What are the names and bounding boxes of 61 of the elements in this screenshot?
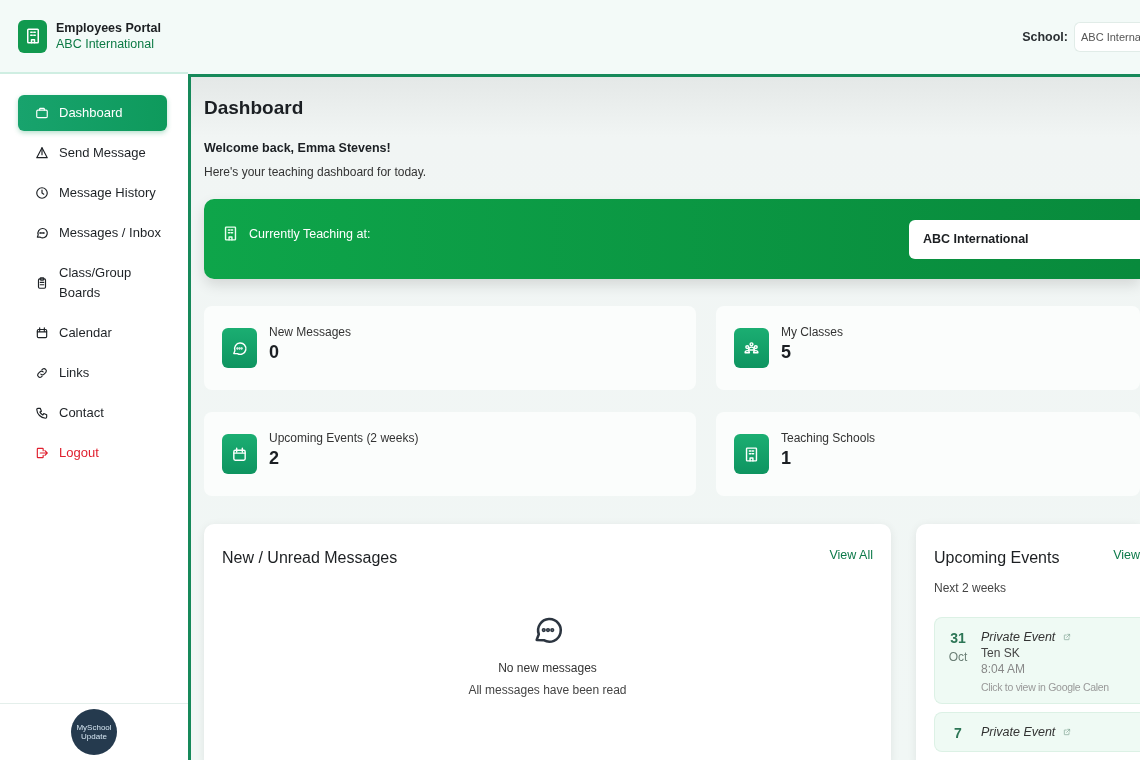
logo-text: MySchool bbox=[76, 723, 112, 732]
link-icon bbox=[35, 366, 49, 380]
portal-title: Employees Portal bbox=[56, 21, 161, 35]
external-link-icon bbox=[1063, 633, 1072, 641]
people-icon bbox=[734, 328, 769, 368]
school-name: ABC International bbox=[56, 37, 155, 51]
logout-icon bbox=[35, 446, 49, 460]
event-item[interactable]: 7 Private Event bbox=[934, 712, 1140, 752]
panel-title: Upcoming Events bbox=[934, 549, 1060, 567]
building-icon bbox=[222, 225, 239, 242]
external-link-icon bbox=[1063, 728, 1072, 736]
clock-icon bbox=[35, 186, 49, 200]
event-title: Private Event bbox=[981, 725, 1056, 739]
warning-icon bbox=[35, 146, 49, 160]
building-icon bbox=[18, 19, 47, 53]
empty-subtitle: All messages have been read bbox=[468, 683, 627, 697]
sidebar-item[interactable]: Contact bbox=[18, 395, 167, 431]
page-title: Dashboard bbox=[204, 97, 305, 119]
logout-link[interactable]: Logout bbox=[18, 435, 167, 471]
chat-icon bbox=[222, 328, 257, 368]
sidebar-item[interactable]: Message History bbox=[18, 175, 167, 211]
school-select[interactable]: ABC Interna bbox=[1074, 22, 1140, 52]
sidebar-item[interactable]: Class/Group Boards bbox=[18, 255, 167, 311]
subtitle-text: Here's your teaching dashboard for today. bbox=[204, 165, 428, 179]
school-label: School: bbox=[1022, 30, 1068, 44]
stat-value: 0 bbox=[269, 342, 280, 363]
event-month: Oct bbox=[947, 650, 969, 664]
stat-value: 1 bbox=[781, 448, 792, 469]
calendar-icon bbox=[222, 434, 257, 474]
chat-icon bbox=[35, 226, 49, 240]
banner-label: Currently Teaching at: bbox=[249, 226, 371, 241]
phone-icon bbox=[35, 406, 49, 420]
panel-subtitle: Next 2 weeks bbox=[934, 581, 1008, 595]
stat-value: 5 bbox=[781, 342, 792, 363]
clipboard-icon bbox=[35, 276, 49, 290]
event-hint: Click to view in Google Calen bbox=[981, 681, 1109, 693]
stat-label: Upcoming Events (2 weeks) bbox=[269, 431, 419, 445]
sidebar-item[interactable]: Send Message bbox=[18, 135, 167, 171]
sidebar-item[interactable]: Messages / Inbox bbox=[18, 215, 167, 251]
sidebar-item[interactable]: Links bbox=[18, 355, 167, 391]
event-time: 8:04 AM bbox=[981, 662, 1027, 676]
stat-label: New Messages bbox=[269, 325, 352, 339]
building-icon bbox=[734, 434, 769, 474]
calendar-icon bbox=[35, 326, 49, 340]
sidebar-item[interactable]: Calendar bbox=[18, 315, 167, 351]
event-day: 31 bbox=[947, 630, 969, 646]
view-all-link[interactable]: View All bbox=[829, 548, 873, 562]
logo-text: Update bbox=[81, 732, 107, 741]
school-select[interactable]: ABC International bbox=[909, 220, 1140, 259]
event-title: Private Event bbox=[981, 630, 1056, 644]
briefcase-icon bbox=[35, 106, 49, 120]
event-location: Ten SK bbox=[981, 646, 1021, 660]
stat-label: Teaching Schools bbox=[781, 431, 876, 445]
stat-value: 2 bbox=[269, 448, 280, 469]
panel-title: New / Unread Messages bbox=[222, 549, 398, 567]
event-day: 7 bbox=[947, 725, 969, 741]
welcome-text: Welcome back, Emma Stevens! bbox=[204, 141, 392, 155]
stat-label: My Classes bbox=[781, 325, 843, 339]
empty-title: No new messages bbox=[498, 661, 597, 675]
view-all-link[interactable]: View bbox=[1113, 548, 1140, 562]
event-item[interactable]: 31 Oct Private Event Ten SK 8:04 AM Click to view in Google Calen bbox=[934, 617, 1140, 704]
